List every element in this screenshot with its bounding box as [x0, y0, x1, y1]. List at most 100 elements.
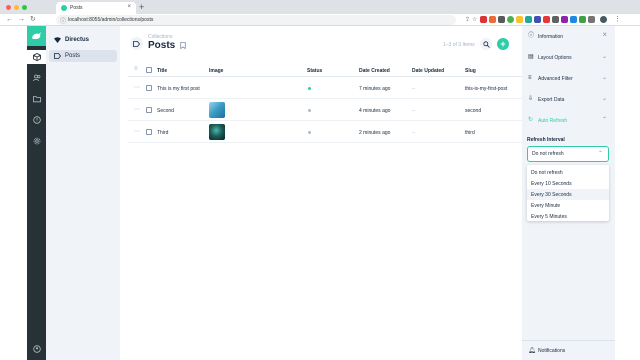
extension-icon[interactable]: [534, 16, 541, 23]
gear-icon: [33, 137, 40, 145]
sidebar-section-advanced-filter[interactable]: ≡ Advanced Filter ⌄: [522, 68, 615, 89]
wifi-icon: [54, 36, 61, 43]
project-name: Directus: [65, 36, 90, 43]
browser-tab[interactable]: Posts ×: [56, 2, 136, 14]
select-all-checkbox[interactable]: [146, 67, 152, 73]
cell-date-created: 7 minutes ago: [359, 86, 391, 92]
cube-icon: [32, 53, 41, 61]
search-icon: [482, 40, 490, 48]
layout-icon: ▤: [528, 54, 534, 60]
more-menu-icon[interactable]: ⋮: [614, 15, 621, 25]
tab-close-button[interactable]: ×: [127, 4, 131, 10]
column-header-slug[interactable]: Slug: [465, 68, 476, 74]
sidebar-section-export-data[interactable]: ⇩ Export Data ⌄: [522, 89, 615, 110]
directus-logo[interactable]: [27, 26, 46, 46]
chevron-up-icon: ⌃: [601, 117, 607, 123]
share-icon[interactable]: ⇪: [465, 15, 470, 25]
column-header-date-created[interactable]: Date Created: [359, 68, 390, 74]
refresh-interval-menu: Do not refresh Every 10 Seconds Every 30…: [527, 165, 609, 221]
chevron-down-icon: ⌄: [601, 96, 607, 102]
column-header-title[interactable]: Title: [157, 68, 167, 74]
cell-title: Third: [157, 130, 169, 136]
project-header[interactable]: Directus: [46, 26, 120, 46]
maximize-window-button[interactable]: [22, 5, 27, 10]
bookmark-icon[interactable]: [180, 42, 186, 49]
menu-option[interactable]: Every 5 Minutes: [527, 211, 609, 222]
extension-icon[interactable]: [516, 16, 523, 23]
column-header-date-updated[interactable]: Date Updated: [412, 68, 444, 74]
back-button[interactable]: ←: [6, 15, 13, 25]
filter-icon: ≡: [528, 75, 532, 81]
extension-icon[interactable]: [480, 16, 487, 23]
extension-icon[interactable]: [507, 16, 514, 23]
cell-slug: third: [465, 130, 475, 136]
refresh-interval-select[interactable]: Do not refresh ⌃: [527, 146, 609, 162]
table-row[interactable]: ⋯ Third 2 minutes ago -- third: [128, 122, 522, 143]
menu-option[interactable]: Every 30 Seconds: [527, 189, 609, 200]
user-menu-button[interactable]: [27, 342, 46, 356]
column-header-image[interactable]: Image: [209, 68, 223, 74]
users-module-button[interactable]: [27, 71, 46, 85]
chevron-down-icon: ⌄: [601, 75, 607, 81]
collection-item-label: Posts: [65, 53, 81, 59]
refresh-icon: ↻: [528, 117, 534, 123]
extension-icon[interactable]: [552, 16, 559, 23]
info-icon: ⓘ: [528, 33, 535, 39]
row-checkbox[interactable]: [146, 85, 152, 91]
settings-module-button[interactable]: [27, 134, 46, 148]
extension-icon[interactable]: [588, 16, 595, 23]
account-icon: [32, 345, 41, 353]
table-row[interactable]: ⋯ This is my first post 7 minutes ago --…: [128, 78, 522, 99]
bookmark-star-icon[interactable]: ☆: [472, 15, 477, 25]
new-tab-button[interactable]: +: [139, 2, 144, 12]
drag-handle-icon[interactable]: ⋯: [134, 84, 140, 91]
sidebar-section-label: Information: [538, 33, 564, 40]
table-row[interactable]: ⋯ Second 4 minutes ago -- second: [128, 100, 522, 121]
cell-slug: this-is-my-first-post: [465, 86, 508, 92]
close-icon[interactable]: ×: [602, 31, 607, 39]
minimize-window-button[interactable]: [14, 5, 19, 10]
extension-icon[interactable]: [489, 16, 496, 23]
drag-handle-icon[interactable]: ⋯: [134, 128, 140, 135]
search-button[interactable]: [480, 38, 492, 50]
extension-icon[interactable]: [525, 16, 532, 23]
drag-handle-icon[interactable]: ⋯: [134, 106, 140, 113]
column-header-status[interactable]: Status: [307, 68, 322, 74]
profile-avatar[interactable]: [600, 16, 607, 23]
content-module-button[interactable]: [27, 50, 46, 64]
address-bar[interactable]: ⓘ localhost:8055/admin/collections/posts: [56, 15, 456, 25]
extension-icon[interactable]: [543, 16, 550, 23]
column-settings-icon[interactable]: ≡: [134, 66, 138, 72]
reload-button[interactable]: ↻: [30, 15, 36, 25]
label-icon: [54, 53, 61, 59]
create-item-button[interactable]: +: [497, 38, 509, 50]
notifications-button[interactable]: 🔔︎ Notifications: [522, 340, 615, 360]
extension-icon[interactable]: [498, 16, 505, 23]
sidebar-section-label: Auto Refresh: [538, 117, 568, 124]
sidebar-section-information[interactable]: ⓘ Information ×: [522, 26, 615, 47]
menu-option[interactable]: Do not refresh: [527, 167, 609, 178]
collection-item-posts[interactable]: Posts: [49, 50, 117, 62]
refresh-interval-label: Refresh Interval: [527, 137, 565, 143]
cell-date-updated: --: [412, 108, 416, 114]
forward-button[interactable]: →: [18, 15, 25, 25]
extension-icon[interactable]: [561, 16, 568, 23]
extension-icon[interactable]: [579, 16, 586, 23]
insights-module-button[interactable]: [27, 113, 46, 127]
menu-option[interactable]: Every Minute: [527, 200, 609, 211]
module-bar: [27, 26, 46, 360]
chevron-up-icon: ⌃: [597, 151, 603, 157]
extension-icon[interactable]: [570, 16, 577, 23]
info-icon: ⓘ: [60, 19, 67, 25]
export-icon: ⇩: [528, 96, 534, 102]
sidebar-section-layout-options[interactable]: ▤ Layout Options ⌄: [522, 47, 615, 68]
row-checkbox[interactable]: [146, 107, 152, 113]
menu-option[interactable]: Every 10 Seconds: [527, 178, 609, 189]
cell-date-updated: --: [412, 86, 416, 92]
files-module-button[interactable]: [27, 92, 46, 106]
item-count: 1–3 of 3 Items: [443, 42, 475, 48]
row-checkbox[interactable]: [146, 129, 152, 135]
collection-icon-button[interactable]: [130, 37, 143, 50]
close-window-button[interactable]: [6, 5, 11, 10]
sidebar-section-auto-refresh[interactable]: ↻ Auto Refresh ⌃: [522, 110, 615, 131]
